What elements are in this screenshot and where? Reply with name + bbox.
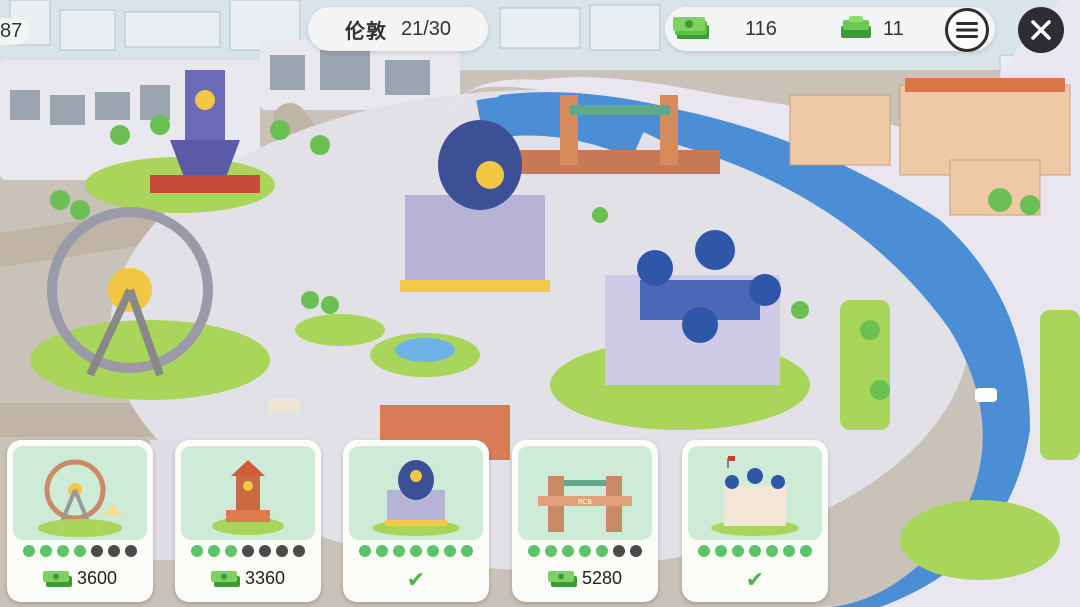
- progress-dot-filled: [562, 545, 574, 557]
- tower-bridge-thumbnail: RCB: [518, 446, 652, 540]
- progress-dot-empty: [293, 545, 305, 557]
- progress-dot-filled: [208, 545, 220, 557]
- price-button[interactable]: 3360: [175, 568, 321, 589]
- cash-icon: [673, 17, 709, 39]
- building-card-clock-tower[interactable]: 3360: [175, 440, 321, 602]
- progress-dot-filled: [23, 545, 35, 557]
- progress-dot-filled: [57, 545, 69, 557]
- progress-dot-filled: [528, 545, 540, 557]
- upgrade-progress-dots: [7, 545, 153, 557]
- building-card-palace[interactable]: ✔: [343, 440, 489, 602]
- price-button[interactable]: 3600: [7, 568, 153, 589]
- progress-dot-filled: [410, 545, 422, 557]
- progress-dot-filled: [74, 545, 86, 557]
- progress-dot-filled: [376, 545, 388, 557]
- progress-dot-empty: [125, 545, 137, 557]
- city-progress: 21/30: [400, 17, 452, 40]
- partial-counter: 87: [0, 18, 31, 45]
- close-x-icon: [1031, 20, 1051, 40]
- gem-stack-icon: [841, 16, 871, 38]
- price-value: 3600: [76, 568, 118, 588]
- svg-text:RCB: RCB: [578, 498, 592, 506]
- close-button[interactable]: [1018, 7, 1064, 53]
- progress-dot-filled: [444, 545, 456, 557]
- progress-dot-filled: [427, 545, 439, 557]
- cash-icon: [210, 570, 240, 587]
- hamburger-icon: [956, 22, 978, 38]
- progress-dot-empty: [91, 545, 103, 557]
- progress-dot-filled: [732, 545, 744, 557]
- cash-icon: [42, 570, 72, 587]
- clock-tower-thumbnail: [181, 446, 315, 540]
- progress-dot-filled: [359, 545, 371, 557]
- progress-dot-empty: [613, 545, 625, 557]
- owned-check-icon: ✔: [406, 567, 426, 592]
- city-progress-pill: 伦敦 21/30: [308, 7, 488, 51]
- progress-dot-filled: [749, 545, 761, 557]
- upgrade-progress-dots: [343, 545, 489, 557]
- progress-dot-empty: [259, 545, 271, 557]
- gem-amount: 11: [883, 18, 904, 40]
- progress-dot-filled: [596, 545, 608, 557]
- cash-icon: [547, 570, 577, 587]
- progress-dot-filled: [800, 545, 812, 557]
- progress-dot-empty: [276, 545, 288, 557]
- progress-dot-empty: [108, 545, 120, 557]
- castle-thumbnail: [688, 446, 822, 540]
- ferris-wheel-thumbnail: [13, 446, 147, 540]
- progress-dot-filled: [783, 545, 795, 557]
- building-card-tower-bridge[interactable]: RCB 5280: [512, 440, 658, 602]
- price-button[interactable]: 5280: [512, 568, 658, 589]
- progress-dot-empty: [242, 545, 254, 557]
- progress-dot-filled: [461, 545, 473, 557]
- progress-dot-filled: [545, 545, 557, 557]
- progress-dot-filled: [766, 545, 778, 557]
- upgrade-progress-dots: [175, 545, 321, 557]
- building-card-ferris-wheel[interactable]: 3600: [7, 440, 153, 602]
- upgrade-progress-dots: [682, 545, 828, 557]
- upgrade-progress-dots: [512, 545, 658, 557]
- owned-check-icon: ✔: [745, 567, 765, 592]
- progress-dot-filled: [393, 545, 405, 557]
- cash-amount: 116: [745, 18, 777, 40]
- price-value: 5280: [581, 568, 623, 588]
- palace-thumbnail: [349, 446, 483, 540]
- progress-dot-filled: [698, 545, 710, 557]
- progress-dot-filled: [191, 545, 203, 557]
- progress-dot-filled: [715, 545, 727, 557]
- menu-button[interactable]: [945, 8, 989, 52]
- progress-dot-filled: [40, 545, 52, 557]
- building-card-castle[interactable]: ✔: [682, 440, 828, 602]
- city-name: 伦敦: [344, 20, 387, 43]
- progress-dot-filled: [225, 545, 237, 557]
- progress-dot-filled: [579, 545, 591, 557]
- price-value: 3360: [244, 568, 286, 588]
- progress-dot-empty: [630, 545, 642, 557]
